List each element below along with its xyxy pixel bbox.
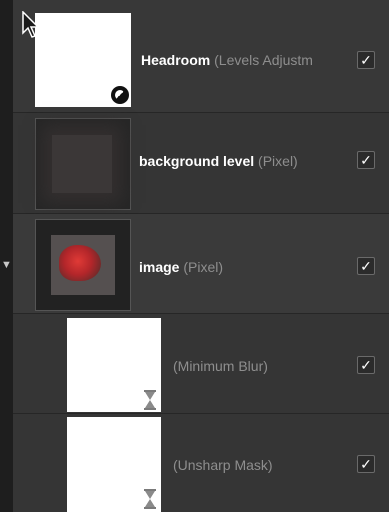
layer-label: (Unsharp Mask) (173, 457, 343, 473)
layer-row-minimum-blur[interactable]: (Minimum Blur) ✓ (13, 314, 389, 414)
mouse-cursor-icon (22, 11, 40, 38)
expand-triangle-icon[interactable]: ▼ (0, 258, 13, 272)
layer-label: background level (Pixel) (139, 153, 349, 169)
layer-name: image (139, 259, 180, 275)
layers-panel: Headroom (Levels Adjustm ✓ background le… (13, 0, 389, 512)
visibility-checkbox[interactable]: ✓ (357, 356, 375, 374)
hourglass-icon (144, 489, 156, 509)
red-image-shape (59, 245, 101, 281)
thumbnail-content (51, 235, 115, 295)
layer-row-background-level[interactable]: background level (Pixel) ✓ (13, 113, 389, 214)
visibility-checkbox[interactable]: ✓ (357, 51, 375, 69)
layer-row-image[interactable]: image (Pixel) ✓ (13, 214, 389, 314)
layer-type: (Unsharp Mask) (173, 457, 273, 473)
layer-name: background level (139, 153, 255, 169)
thumbnail-content (52, 135, 112, 193)
layer-row-unsharp-mask[interactable]: (Unsharp Mask) ✓ (13, 414, 389, 512)
visibility-checkbox[interactable]: ✓ (357, 455, 375, 473)
layer-type: (Pixel) (183, 259, 224, 275)
layer-label: image (Pixel) (139, 259, 349, 275)
layer-thumbnail (35, 118, 131, 210)
adjustment-icon (111, 86, 129, 104)
layer-label: Headroom (Levels Adjustm (141, 52, 351, 68)
layer-type: (Levels Adjustm (214, 52, 313, 68)
layer-type: (Minimum Blur) (173, 358, 268, 374)
visibility-checkbox[interactable]: ✓ (357, 151, 375, 169)
layer-name: Headroom (141, 52, 211, 68)
layer-row-headroom[interactable]: Headroom (Levels Adjustm ✓ (13, 0, 389, 113)
layer-thumbnail (35, 219, 131, 311)
layer-type: (Pixel) (258, 153, 298, 169)
visibility-checkbox[interactable]: ✓ (357, 257, 375, 275)
layer-label: (Minimum Blur) (173, 358, 343, 374)
hourglass-icon (144, 390, 156, 410)
